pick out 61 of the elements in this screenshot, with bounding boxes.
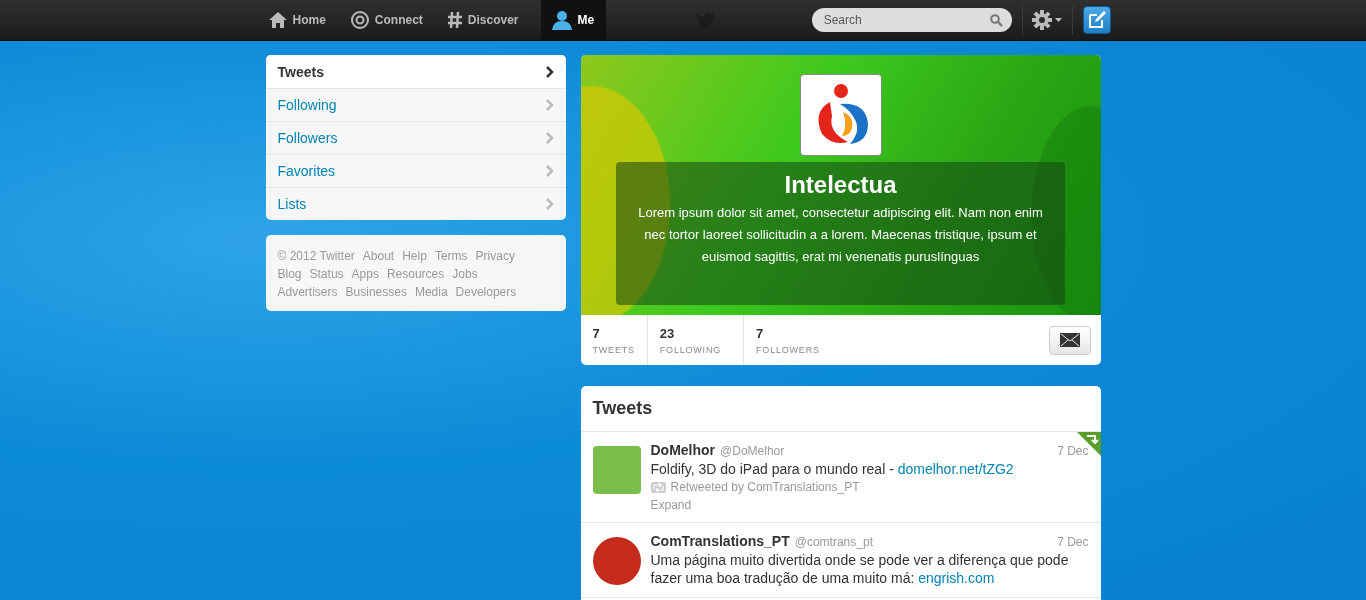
tweet-date: 7 Dec xyxy=(1057,535,1089,549)
tweet-text: Uma página muito divertida onde se pode ver a diferença que pode fazer uma boa tradução de uma muito má: engrish.com xyxy=(650,551,1070,587)
footer-link[interactable]: Terms xyxy=(434,247,468,265)
search-field[interactable]: Search xyxy=(811,8,1012,32)
nav-tab[interactable]: Connect xyxy=(347,0,435,40)
footer-link[interactable]: Businesses xyxy=(345,283,407,301)
copyright-text: © 2012 Twitter xyxy=(277,248,355,265)
expand-link[interactable]: Expand xyxy=(650,498,1089,512)
tweet-date: 7 Dec xyxy=(1057,444,1089,458)
avatar-placeholder xyxy=(592,537,641,585)
sidebar-item[interactable]: Followers xyxy=(265,121,566,154)
home-icon xyxy=(267,11,288,29)
sidebar-item[interactable]: Favorites xyxy=(265,154,566,187)
footer-link[interactable]: Resources xyxy=(386,265,445,283)
footer-link[interactable]: Help xyxy=(402,247,427,265)
search-icon xyxy=(989,14,1003,27)
tweets-heading: Tweets xyxy=(580,386,1101,432)
user-name[interactable]: DoMelhor xyxy=(650,442,716,458)
person-icon xyxy=(550,10,573,30)
tweet-link[interactable]: domelhor.net/tZG2 xyxy=(897,461,1014,477)
bio-text: Lorem ipsum dolor sit amet, consectetur adipiscing elit. Nam non enim nec tortor laoreet sollicitudin a a lorem. Maecenas tristique, ipsum et euismod sagittis, erat mi venenatis puruslínguas xyxy=(637,204,1044,266)
sidebar-item[interactable]: Following xyxy=(265,88,566,121)
profile-name: Intelectua xyxy=(783,170,898,200)
nav-tab[interactable]: Discover xyxy=(444,0,531,40)
user-name[interactable]: ComTranslations_PT xyxy=(650,533,790,549)
stat-link[interactable]: 7 TWEETS xyxy=(580,315,648,365)
footer-link[interactable]: Apps xyxy=(351,265,379,283)
footer-link[interactable]: Privacy xyxy=(475,247,515,265)
sidebar-item[interactable]: Lists xyxy=(265,187,566,220)
stat-link[interactable]: 23 FOLLOWING xyxy=(647,315,745,365)
stat-link[interactable]: 7 FOLLOWERS xyxy=(744,315,832,365)
footer-link[interactable]: Blog xyxy=(277,265,302,283)
caret-icon xyxy=(1055,18,1063,22)
chevron-icon xyxy=(545,132,554,144)
settings-button[interactable] xyxy=(1032,10,1063,30)
nav-tab[interactable]: Home xyxy=(265,0,338,40)
footer-link[interactable]: Status xyxy=(309,265,344,283)
footer-link[interactable]: Jobs xyxy=(452,265,478,283)
hash-icon xyxy=(446,11,463,29)
chevron-icon xyxy=(545,99,554,111)
user-handle: @comtrans_pt xyxy=(794,535,873,549)
compose-button[interactable] xyxy=(1083,6,1111,34)
user-handle: @DoMelhor xyxy=(720,444,785,458)
nav-tab[interactable]: Me xyxy=(540,0,607,40)
chevron-icon xyxy=(545,198,554,210)
message-button[interactable] xyxy=(1048,325,1091,355)
pencil-icon xyxy=(1086,10,1107,30)
footer-link[interactable]: Media xyxy=(414,283,448,301)
footer-link[interactable]: About xyxy=(362,247,395,265)
footer-link[interactable]: Developers xyxy=(455,283,517,301)
retweet-icon xyxy=(650,481,666,493)
chevron-icon xyxy=(545,165,554,177)
avatar-placeholder xyxy=(592,446,641,494)
tweet-link[interactable]: engrish.com xyxy=(918,570,995,586)
envelope-icon xyxy=(1059,333,1080,347)
retweeted-by-text: Retweeted by ComTranslations_PT xyxy=(670,480,860,494)
footer-link[interactable]: Advertisers xyxy=(277,283,338,301)
sidebar-item[interactable]: Tweets xyxy=(265,55,566,88)
chevron-icon xyxy=(545,65,554,78)
settings-icon xyxy=(1032,10,1053,30)
tweet-text: Foldify, 3D do iPad para o mundo real - domelhor.net/tZG2 xyxy=(650,460,1015,478)
